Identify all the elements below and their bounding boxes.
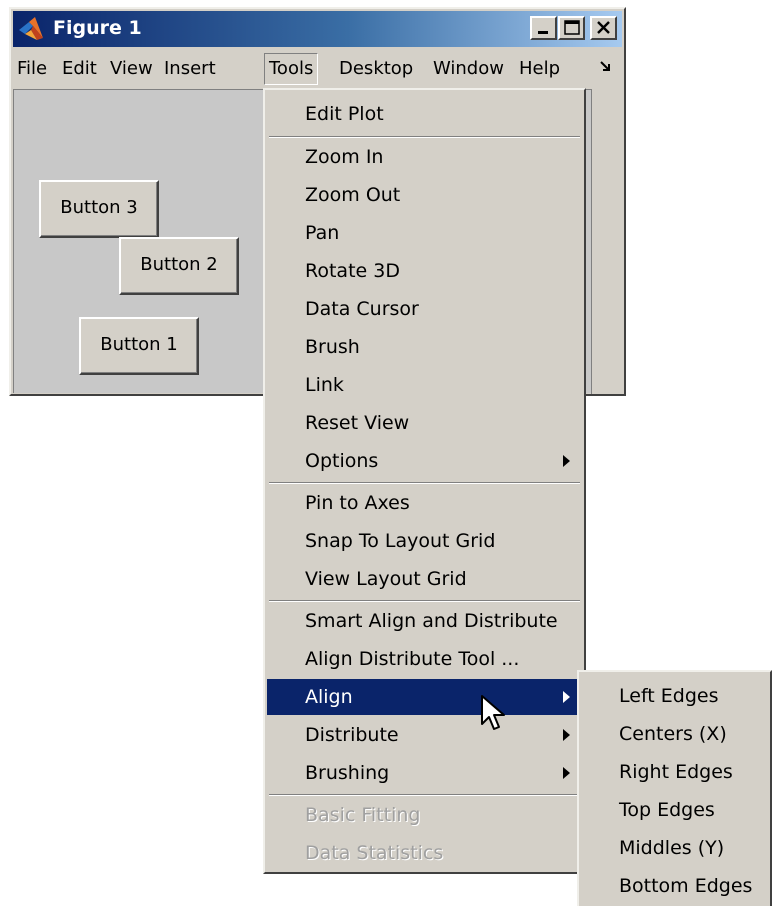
button-2[interactable]: Button 2 bbox=[119, 237, 239, 295]
menu-item-snap-to-layout-grid[interactable]: Snap To Layout Grid bbox=[267, 523, 582, 559]
menu-item-brush[interactable]: Brush bbox=[267, 329, 582, 365]
menu-item-zoom-out[interactable]: Zoom Out bbox=[267, 177, 582, 213]
title-bar[interactable]: Figure 1 bbox=[13, 11, 622, 47]
submenu-item-left-edges[interactable]: Left Edges bbox=[581, 678, 770, 714]
menu-item-zoom-in[interactable]: Zoom In bbox=[267, 139, 582, 175]
menu-item-pin-to-axes[interactable]: Pin to Axes bbox=[267, 485, 582, 521]
menu-desktop[interactable]: Desktop bbox=[339, 57, 413, 81]
menu-item-edit-plot[interactable]: Edit Plot bbox=[267, 96, 582, 132]
menu-item-label: Brushing bbox=[305, 762, 390, 784]
menu-help[interactable]: Help bbox=[519, 57, 560, 81]
menu-item-link[interactable]: Link bbox=[267, 367, 582, 403]
submenu-item-top-edges[interactable]: Top Edges bbox=[581, 792, 770, 828]
menu-item-options[interactable]: Options bbox=[267, 443, 582, 479]
menu-item-smart-align[interactable]: Smart Align and Distribute bbox=[267, 603, 582, 639]
menu-item-data-statistics: Data Statistics bbox=[305, 842, 444, 864]
window-right-edge bbox=[591, 89, 622, 394]
menu-item-reset-view[interactable]: Reset View bbox=[267, 405, 582, 441]
menu-file[interactable]: File bbox=[17, 57, 47, 81]
submenu-item-bottom-edges[interactable]: Bottom Edges bbox=[581, 868, 770, 904]
chevron-down-right-icon[interactable] bbox=[600, 61, 612, 73]
menu-separator bbox=[269, 136, 580, 138]
menu-tools[interactable]: Tools bbox=[264, 53, 319, 85]
menu-window[interactable]: Window bbox=[433, 57, 504, 81]
submenu-arrow-icon bbox=[563, 767, 570, 779]
window-title: Figure 1 bbox=[53, 17, 142, 39]
submenu-item-middles-y[interactable]: Middles (Y) bbox=[581, 830, 770, 866]
submenu-item-centers-x[interactable]: Centers (X) bbox=[581, 716, 770, 752]
menu-edit[interactable]: Edit bbox=[62, 57, 97, 81]
menu-bar: File Edit View Insert Tools Desktop Wind… bbox=[13, 49, 622, 87]
mouse-pointer-icon bbox=[481, 695, 505, 730]
menu-item-brushing[interactable]: Brushing bbox=[267, 755, 582, 791]
menu-item-data-cursor[interactable]: Data Cursor bbox=[267, 291, 582, 327]
submenu-arrow-icon bbox=[563, 455, 570, 467]
maximize-icon bbox=[564, 20, 580, 35]
menu-item-basic-fitting: Basic Fitting bbox=[305, 804, 421, 826]
button-1[interactable]: Button 1 bbox=[79, 317, 199, 375]
menu-item-label: Align bbox=[305, 686, 353, 708]
minimize-button[interactable] bbox=[530, 16, 557, 40]
align-submenu: Left Edges Centers (X) Right Edges Top E… bbox=[577, 670, 772, 906]
menu-insert[interactable]: Insert bbox=[164, 57, 216, 81]
close-button[interactable] bbox=[590, 16, 617, 40]
submenu-item-right-edges[interactable]: Right Edges bbox=[581, 754, 770, 790]
submenu-arrow-icon bbox=[563, 691, 570, 703]
menu-item-align-distribute-tool[interactable]: Align Distribute Tool ... bbox=[267, 641, 582, 677]
menu-view[interactable]: View bbox=[110, 57, 153, 81]
menu-separator bbox=[269, 600, 580, 602]
matlab-logo-icon bbox=[19, 17, 43, 40]
menu-item-rotate-3d[interactable]: Rotate 3D bbox=[267, 253, 582, 289]
close-icon bbox=[597, 21, 610, 34]
menu-separator bbox=[269, 794, 580, 796]
maximize-button[interactable] bbox=[558, 16, 585, 40]
tools-menu: Edit Plot Zoom In Zoom Out Pan Rotate 3D… bbox=[263, 88, 586, 874]
button-3[interactable]: Button 3 bbox=[39, 180, 159, 238]
menu-item-label: Options bbox=[305, 450, 379, 472]
submenu-arrow-icon bbox=[563, 729, 570, 741]
menu-item-pan[interactable]: Pan bbox=[267, 215, 582, 251]
menu-item-view-layout-grid[interactable]: View Layout Grid bbox=[267, 561, 582, 597]
minimize-icon bbox=[538, 31, 548, 34]
menu-item-label: Distribute bbox=[305, 724, 399, 746]
menu-item-distribute[interactable]: Distribute bbox=[267, 717, 582, 753]
menu-item-align[interactable]: Align bbox=[267, 679, 582, 715]
menu-separator bbox=[269, 482, 580, 484]
